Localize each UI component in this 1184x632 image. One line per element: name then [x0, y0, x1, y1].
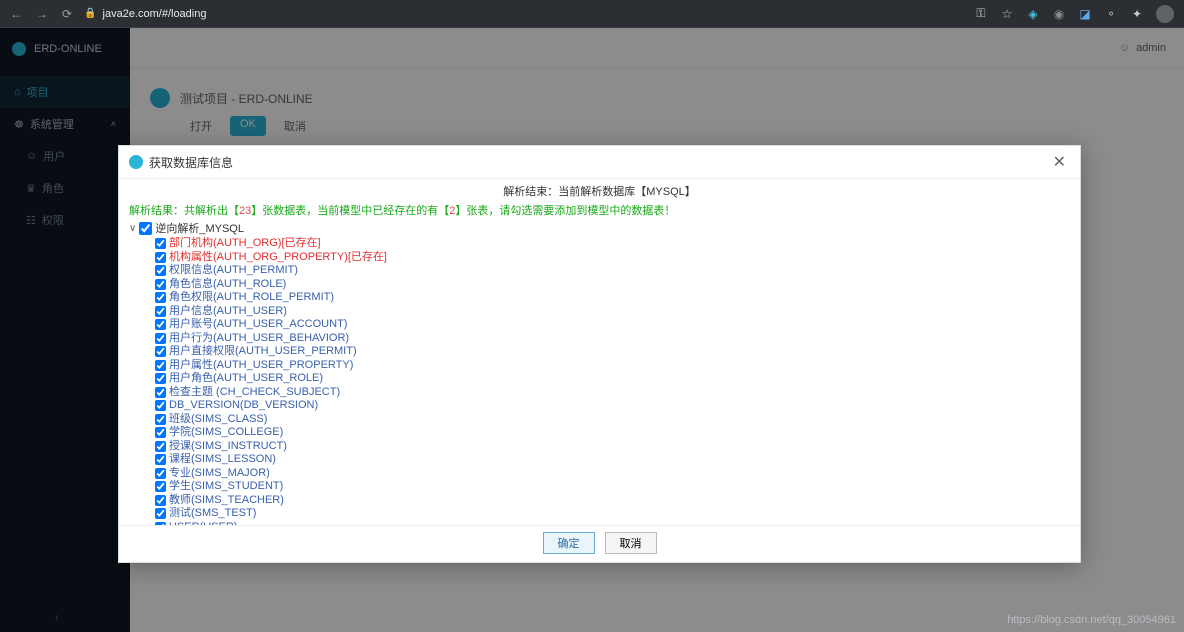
table-row[interactable]: 班级(SIMS_CLASS) [155, 413, 1070, 427]
parse-result: 解析结束：当前解析数据库【MYSQL】 [129, 183, 1070, 199]
cancel-button[interactable]: 取消 [605, 532, 657, 554]
ext-icon-3[interactable]: ◪ [1078, 7, 1092, 21]
tree-root[interactable]: ∨ 逆向解析_MYSQL [129, 220, 1070, 236]
table-checkbox[interactable] [155, 333, 166, 344]
table-label: 测试(SMS_TEST) [169, 507, 256, 521]
table-row[interactable]: 角色信息(AUTH_ROLE) [155, 278, 1070, 292]
table-checkbox[interactable] [155, 400, 166, 411]
table-label: 用户角色(AUTH_USER_ROLE) [169, 372, 323, 386]
table-checkbox[interactable] [155, 441, 166, 452]
table-label: 用户账号(AUTH_USER_ACCOUNT) [169, 318, 347, 332]
table-checkbox[interactable] [155, 238, 166, 249]
ext-icon-4[interactable]: ⚬ [1104, 7, 1118, 21]
profile-avatar[interactable] [1156, 5, 1174, 23]
table-label: 检查主题 (CH_CHECK_SUBJECT) [169, 386, 340, 400]
table-label: DB_VERSION(DB_VERSION) [169, 399, 318, 413]
table-checkbox[interactable] [155, 468, 166, 479]
table-label: 教师(SIMS_TEACHER) [169, 494, 284, 508]
modal-body: 解析结束：当前解析数据库【MYSQL】 解析结果：共解析出【23】张数据表，当前… [119, 179, 1080, 525]
table-checkbox[interactable] [155, 481, 166, 492]
table-label: 角色信息(AUTH_ROLE) [169, 278, 286, 292]
modal-footer: 确定 取消 [119, 525, 1080, 562]
table-checkbox[interactable] [155, 252, 166, 263]
table-checkbox[interactable] [155, 306, 166, 317]
modal-title: 获取数据库信息 [149, 154, 233, 171]
close-icon[interactable]: ✕ [1049, 152, 1070, 172]
modal-icon [129, 155, 143, 169]
table-checkbox[interactable] [155, 265, 166, 276]
table-label: 机构属性(AUTH_ORG_PROPERTY)[已存在] [169, 251, 387, 265]
table-row[interactable]: 部门机构(AUTH_ORG)[已存在] [155, 237, 1070, 251]
extensions-icon[interactable]: ✦ [1130, 7, 1144, 21]
table-row[interactable]: 权限信息(AUTH_PERMIT) [155, 264, 1070, 278]
table-checkbox[interactable] [155, 454, 166, 465]
table-label: 班级(SIMS_CLASS) [169, 413, 267, 427]
table-checkbox[interactable] [155, 508, 166, 519]
table-label: 权限信息(AUTH_PERMIT) [169, 264, 298, 278]
table-row[interactable]: 用户信息(AUTH_USER) [155, 305, 1070, 319]
table-list: 部门机构(AUTH_ORG)[已存在]机构属性(AUTH_ORG_PROPERT… [129, 237, 1070, 525]
table-row[interactable]: 用户角色(AUTH_USER_ROLE) [155, 372, 1070, 386]
table-row[interactable]: 用户直接权限(AUTH_USER_PERMIT) [155, 345, 1070, 359]
table-row[interactable]: 授课(SIMS_INSTRUCT) [155, 440, 1070, 454]
parse-hint: 解析结果：共解析出【23】张数据表，当前模型中已经存在的有【2】张表，请勾选需要… [129, 202, 1070, 218]
table-label: 学院(SIMS_COLLEGE) [169, 426, 283, 440]
table-row[interactable]: DB_VERSION(DB_VERSION) [155, 399, 1070, 413]
table-row[interactable]: 用户行为(AUTH_USER_BEHAVIOR) [155, 332, 1070, 346]
table-checkbox[interactable] [155, 387, 166, 398]
table-row[interactable]: 用户账号(AUTH_USER_ACCOUNT) [155, 318, 1070, 332]
table-row[interactable]: 专业(SIMS_MAJOR) [155, 467, 1070, 481]
lock-icon: 🔒 [84, 8, 96, 19]
table-checkbox[interactable] [155, 346, 166, 357]
table-row[interactable]: 课程(SIMS_LESSON) [155, 453, 1070, 467]
table-row[interactable]: 机构属性(AUTH_ORG_PROPERTY)[已存在] [155, 251, 1070, 265]
table-row[interactable]: 测试(SMS_TEST) [155, 507, 1070, 521]
table-checkbox[interactable] [155, 427, 166, 438]
table-row[interactable]: 教师(SIMS_TEACHER) [155, 494, 1070, 508]
table-row[interactable]: 角色权限(AUTH_ROLE_PERMIT) [155, 291, 1070, 305]
table-checkbox[interactable] [155, 279, 166, 290]
modal-header: 获取数据库信息 ✕ [119, 146, 1080, 179]
star-icon[interactable]: ☆ [1000, 7, 1014, 21]
table-label: 部门机构(AUTH_ORG)[已存在] [169, 237, 321, 251]
table-label: 用户直接权限(AUTH_USER_PERMIT) [169, 345, 357, 359]
back-icon[interactable]: ← [10, 7, 22, 21]
table-label: 专业(SIMS_MAJOR) [169, 467, 270, 481]
table-checkbox[interactable] [155, 414, 166, 425]
watermark: https://blog.csdn.net/qq_30054961 [1007, 614, 1176, 626]
table-label: 课程(SIMS_LESSON) [169, 453, 276, 467]
table-row[interactable]: 用户属性(AUTH_USER_PROPERTY) [155, 359, 1070, 373]
root-label: 逆向解析_MYSQL [155, 220, 244, 236]
table-checkbox[interactable] [155, 360, 166, 371]
table-checkbox[interactable] [155, 373, 166, 384]
key-icon[interactable]: ⚿ [974, 7, 988, 21]
table-checkbox[interactable] [155, 319, 166, 330]
table-row[interactable]: 检查主题 (CH_CHECK_SUBJECT) [155, 386, 1070, 400]
reload-icon[interactable]: ⟳ [62, 7, 72, 21]
ext-icon-2[interactable]: ◉ [1052, 7, 1066, 21]
table-label: 用户行为(AUTH_USER_BEHAVIOR) [169, 332, 349, 346]
forward-icon[interactable]: → [36, 7, 48, 21]
database-info-modal: 获取数据库信息 ✕ 解析结束：当前解析数据库【MYSQL】 解析结果：共解析出【… [118, 145, 1081, 563]
browser-toolbar: ← → ⟳ 🔒 java2e.com/#/loading ⚿ ☆ ◈ ◉ ◪ ⚬… [0, 0, 1184, 28]
table-label: 授课(SIMS_INSTRUCT) [169, 440, 287, 454]
table-checkbox[interactable] [155, 495, 166, 506]
table-row[interactable]: 学院(SIMS_COLLEGE) [155, 426, 1070, 440]
table-row[interactable]: 学生(SIMS_STUDENT) [155, 480, 1070, 494]
table-checkbox[interactable] [155, 292, 166, 303]
url-text: java2e.com/#/loading [103, 8, 207, 20]
table-label: 角色权限(AUTH_ROLE_PERMIT) [169, 291, 334, 305]
ok-button[interactable]: 确定 [543, 532, 595, 554]
table-label: 用户属性(AUTH_USER_PROPERTY) [169, 359, 353, 373]
table-label: 用户信息(AUTH_USER) [169, 305, 287, 319]
root-checkbox[interactable] [139, 222, 152, 235]
chevron-down-icon[interactable]: ∨ [129, 223, 136, 234]
address-bar[interactable]: 🔒 java2e.com/#/loading [84, 8, 206, 20]
table-label: 学生(SIMS_STUDENT) [169, 480, 283, 494]
ext-icon-1[interactable]: ◈ [1026, 7, 1040, 21]
